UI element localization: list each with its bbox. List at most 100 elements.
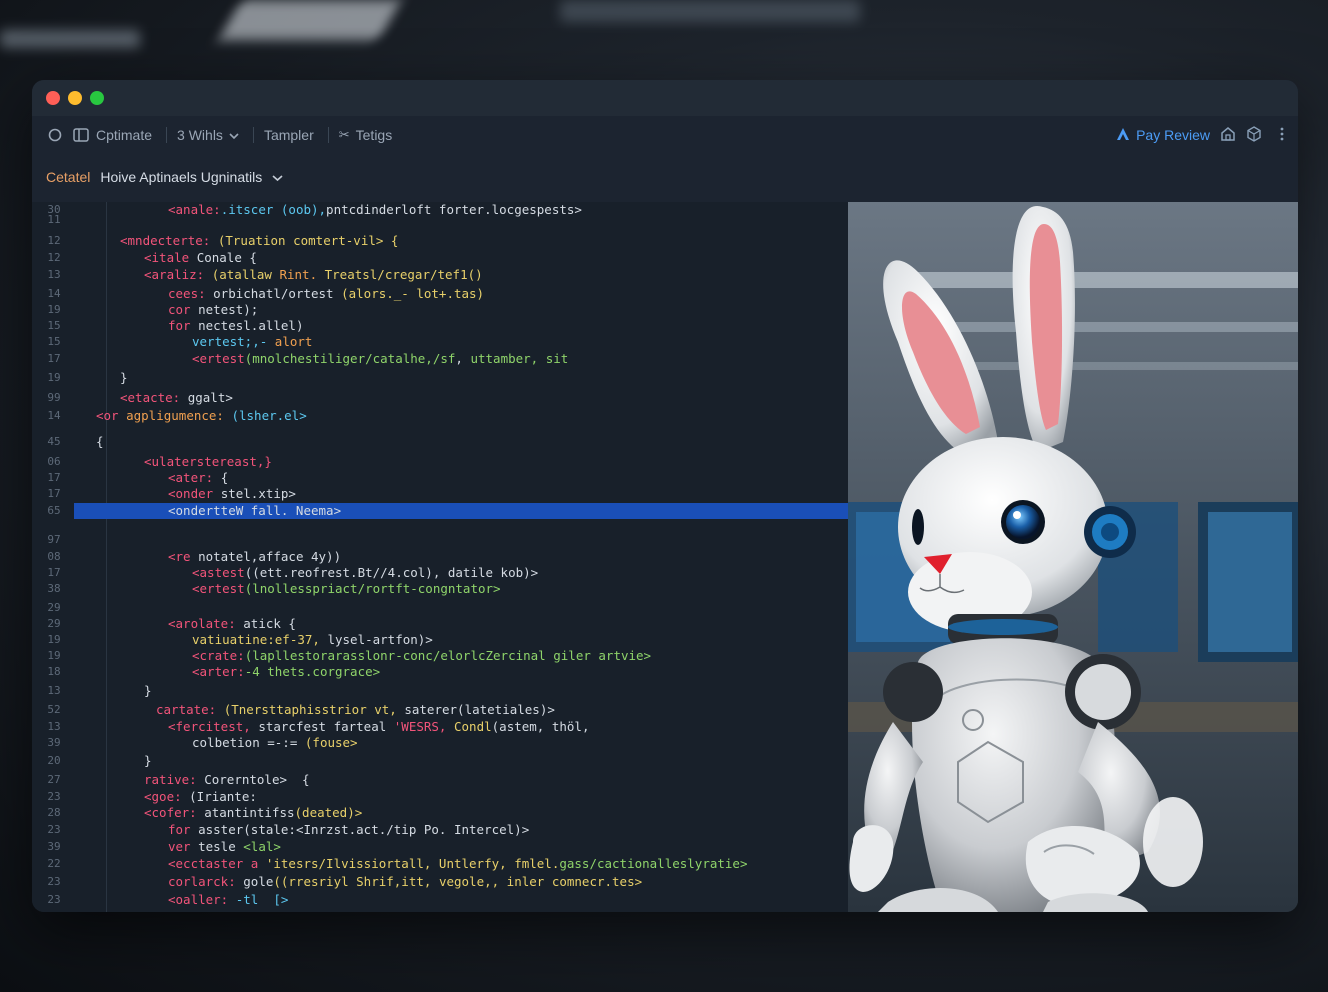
code-line[interactable]: 27 rative: Corerntole> { (32, 772, 848, 788)
code-line[interactable]: 29 (32, 600, 848, 616)
code-line[interactable]: 12 <mndecterte: (Truation comtert-vil> { (32, 233, 848, 249)
code-line[interactable]: 15 for nectesl.allel) (32, 318, 848, 334)
code-line[interactable]: 28 <cofer: atantintifss(deated)> (32, 805, 848, 821)
code-line[interactable]: 15 vertest;,- alort (32, 334, 848, 350)
code-line[interactable]: 13 <araliz: (atallaw Rint. Treatsl/cregar… (32, 267, 848, 283)
code-line[interactable]: 97 (32, 532, 848, 548)
code-text: <ulaterstereast,} (144, 454, 272, 470)
code-text: vertest;,- alort (192, 334, 312, 350)
more-options-icon[interactable] (1280, 127, 1284, 144)
code-token: (fouse> (304, 735, 358, 750)
ceiling-light (218, 0, 402, 40)
code-text: } (144, 683, 152, 699)
code-token: agpligumence: (126, 408, 232, 423)
home-icon[interactable] (1220, 126, 1236, 145)
code-line[interactable]: 17 <astest((ett.reofrest.Bt//4.col), dati… (32, 565, 848, 581)
cube-icon[interactable] (1246, 125, 1262, 145)
code-line[interactable]: 12 <itale Conale { (32, 250, 848, 266)
code-line[interactable]: 17 <ater: { (32, 470, 848, 486)
code-text: cor netest); (168, 302, 258, 318)
ceiling-light (560, 0, 860, 22)
code-editor[interactable]: 11 12 <mndecterte: (Truation comtert-vil> … (32, 202, 848, 912)
code-line[interactable]: 30 <anale:.itscer (oob),pntcdinderloft fo… (32, 202, 848, 218)
code-line[interactable]: 39 ver tesle <lal> (32, 839, 848, 855)
line-number: 13 (47, 720, 61, 733)
code-line[interactable]: 19 <crate:(lapllestorarasslonr-conc/elorl… (32, 648, 848, 664)
line-number: 15 (47, 335, 61, 348)
code-line[interactable]: 13 <fercitest, starcfest farteal 'WESRS, … (32, 719, 848, 735)
code-line[interactable]: 38 <ertest(lnollesspriact/rortft-congntat… (32, 581, 848, 597)
code-line[interactable]: 29 <arolate: atick { (32, 616, 848, 632)
circle-icon[interactable] (46, 126, 64, 144)
code-text: <ater: { (168, 470, 228, 486)
line-number: 19 (47, 649, 61, 662)
line-number: 27 (47, 773, 61, 786)
breadcrumb-page[interactable]: Hoive Aptinaels Ugninatils (100, 169, 262, 185)
toolbar-item-label: Cptimate (96, 127, 153, 143)
toolbar-item-label: Tetigs (355, 127, 393, 143)
code-line[interactable]: 52 cartate: (Tnersttaphisstrior vt, sater… (32, 702, 848, 718)
line-number: 19 (47, 371, 61, 384)
code-line[interactable]: 14 <or agpligumence: (lsher.el> (32, 408, 848, 424)
toolbar-item-settings[interactable]: ✂ Tetigs (339, 127, 392, 143)
code-line[interactable]: 18 <arter:-4 thets.corgrace> (32, 664, 848, 680)
close-window-button[interactable] (46, 91, 60, 105)
code-line[interactable]: 39 colbetion =-:= (fouse> (32, 735, 848, 751)
code-line[interactable]: 22 <ecctaster a 'itesrs/Ilvissiortall, Un… (32, 856, 848, 872)
toolbar-item-label: Tampler (263, 127, 314, 143)
line-number: 39 (47, 840, 61, 853)
panel-icon[interactable] (72, 126, 90, 144)
code-line[interactable]: 99 <etacte: ggalt> (32, 390, 848, 406)
code-line[interactable]: 23 <oaller: -tl [> (32, 892, 848, 908)
breadcrumb: Cetatel Hoive Aptinaels Ugninatils (46, 166, 283, 188)
code-token: <ecctaster a (168, 856, 266, 871)
toolbar-item-label: 3 Wihls (177, 127, 223, 143)
code-line[interactable]: 20} (32, 753, 848, 769)
code-token: .itscer (oob), (220, 202, 327, 217)
code-line[interactable]: 19} (32, 370, 848, 386)
chevron-down-icon[interactable] (272, 169, 283, 185)
robot-rabbit-image (848, 202, 1298, 912)
maximize-window-button[interactable] (90, 91, 104, 105)
code-line[interactable]: 23 corlarck: gole((rresriyl Shrif,itt, ve… (32, 874, 848, 890)
pay-review-button[interactable]: Pay Review (1116, 127, 1210, 144)
code-line[interactable]: 17 <onder stel.xtip> (32, 486, 848, 502)
triangle-logo-icon (1116, 127, 1130, 144)
code-token: <cofer: (144, 805, 205, 820)
code-line[interactable]: 13} (32, 683, 848, 699)
code-line[interactable]: 23 <goe: (Iriante: (32, 789, 848, 805)
code-token: <fercitest, (168, 719, 259, 734)
code-line[interactable]: 14 cees: orbichatl/ortest (alors._- lot+.… (32, 286, 848, 302)
code-token: (Iriante: (189, 789, 257, 804)
code-token: cor (168, 302, 199, 317)
code-line[interactable]: 19 vatiuatine:ef-37, lysel-artfon)> (32, 632, 848, 648)
toolbar-item-views[interactable]: 3 Wihls (177, 127, 239, 143)
code-token: for (168, 822, 199, 837)
code-token: <ertest (192, 581, 245, 596)
code-line[interactable]: 17 <ertest(mnolchestiliger/catalhe,/sf, u… (32, 351, 848, 367)
code-token: netest); (198, 302, 259, 317)
code-token: colbetion =-:= (192, 735, 305, 750)
code-token: <oaller: (168, 892, 236, 907)
code-token: lysel-artfon)> (327, 632, 433, 647)
code-line[interactable]: 06 <ulaterstereast,} (32, 454, 848, 470)
code-token: Conale { (196, 250, 257, 265)
code-text: <cofer: atantintifss(deated)> (144, 805, 362, 821)
minimize-window-button[interactable] (68, 91, 82, 105)
code-line[interactable]: 08 <re notatel,afface 4y)) (32, 549, 848, 565)
divider (327, 127, 329, 143)
code-token: , (455, 351, 471, 366)
toolbar-item-optimate[interactable]: Cptimate (96, 127, 152, 143)
code-token: corlarck: (168, 874, 244, 889)
code-line[interactable]: 23 for asster(stale:<Inrzst.act./tip Po. … (32, 822, 848, 838)
code-token: vatiuatine:ef-37, (192, 632, 328, 647)
code-token: alort (274, 334, 313, 349)
breadcrumb-root[interactable]: Cetatel (46, 169, 90, 185)
code-token: <ertest (192, 351, 245, 366)
code-line[interactable]: 45 { (32, 434, 848, 450)
line-number: 45 (47, 435, 61, 448)
toolbar-item-templer[interactable]: Tampler (264, 127, 314, 143)
code-line[interactable]: 19 cor netest); (32, 302, 848, 318)
code-line-highlighted[interactable]: 65 <ondertteW fall. Neema> (47, 503, 848, 519)
code-text: colbetion =-:= (fouse> (192, 735, 358, 751)
